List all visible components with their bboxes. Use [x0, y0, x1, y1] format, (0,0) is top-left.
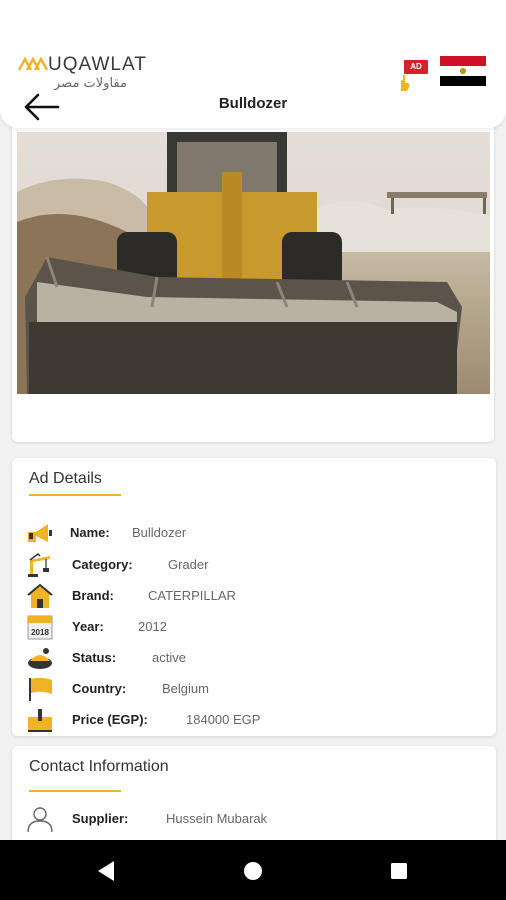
detail-value: Bulldozer — [132, 525, 187, 540]
detail-row-price: Price (EGP): 184000 EGP — [26, 707, 486, 733]
user-icon — [27, 807, 53, 832]
detail-label: Price (EGP): — [72, 712, 148, 727]
home-icon — [27, 583, 53, 608]
logo-text: UQAWLAT — [48, 54, 147, 75]
ad-details-title: Ad Details — [29, 470, 102, 487]
status-bar — [0, 0, 506, 40]
detail-value: CATERPILLAR — [148, 588, 236, 603]
page-title: Bulldozer — [218, 95, 288, 112]
calendar-icon: 2018 — [27, 615, 53, 640]
detail-row-country: Country: Belgium — [26, 676, 486, 702]
detail-value: 2012 — [138, 619, 167, 634]
detail-label: Category: — [72, 557, 133, 572]
detail-row-name: Name: Bulldozer — [26, 520, 486, 546]
detail-row-brand: Brand: CATERPILLAR — [26, 583, 486, 609]
post-ad-button[interactable]: AD — [396, 54, 432, 94]
logo-mark-icon — [18, 56, 48, 71]
app-logo: UQAWLAT مقاولات مصر — [18, 54, 148, 94]
pointer-hand-icon — [401, 74, 410, 91]
flag-stripe-white — [440, 66, 486, 76]
detail-row-status: Status: active — [26, 645, 486, 671]
crane-icon — [28, 553, 50, 577]
logo-arabic-text: مقاولات مصر — [54, 76, 127, 91]
detail-row-category: Category: Grader — [26, 552, 486, 578]
system-nav-bar — [0, 840, 506, 900]
detail-value: 184000 EGP — [186, 712, 261, 727]
bulldozer-illustration — [17, 132, 490, 394]
contact-info-underline — [29, 790, 121, 792]
ad-details-card: Ad Details Name: Bulldozer Category: Gra… — [12, 458, 496, 736]
detail-value: Belgium — [162, 681, 209, 696]
ad-details-underline — [29, 494, 121, 496]
contact-row-supplier: Supplier: Hussein Mubarak — [26, 806, 486, 832]
flag-stripe-red — [440, 56, 486, 66]
flag-icon — [29, 677, 52, 701]
detail-value: Grader — [168, 557, 209, 572]
calendar-year-text: 2018 — [31, 628, 49, 637]
app-header: UQAWLAT مقاولات مصر AD Bulldozer — [0, 40, 506, 128]
bulldozer-photo[interactable] — [17, 132, 490, 394]
egypt-flag-button[interactable] — [440, 56, 486, 86]
detail-label: Year: — [72, 619, 104, 634]
contact-label: Supplier: — [72, 811, 129, 826]
megaphone-icon — [28, 524, 52, 542]
contact-info-title: Contact Information — [29, 758, 169, 775]
ad-badge-label: AD — [404, 60, 428, 74]
flag-stripe-black — [440, 76, 486, 86]
contact-info-card: Contact Information Supplier: Hussein Mu… — [12, 746, 496, 846]
detail-label: Status: — [72, 650, 117, 665]
status-icon — [28, 648, 52, 669]
recents-square-icon[interactable] — [369, 840, 429, 900]
detail-value: active — [152, 650, 186, 665]
home-circle-icon[interactable] — [223, 840, 283, 900]
ad-image-card — [12, 118, 494, 442]
price-icon — [28, 709, 52, 732]
flag-eagle-icon — [460, 68, 466, 74]
contact-value: Hussein Mubarak — [166, 811, 268, 826]
detail-label: Country: — [72, 681, 127, 696]
detail-label: Name: — [70, 525, 110, 540]
detail-label: Brand: — [72, 588, 114, 603]
back-triangle-icon[interactable] — [74, 840, 134, 900]
detail-row-year: 2018 Year: 2012 — [26, 614, 486, 640]
